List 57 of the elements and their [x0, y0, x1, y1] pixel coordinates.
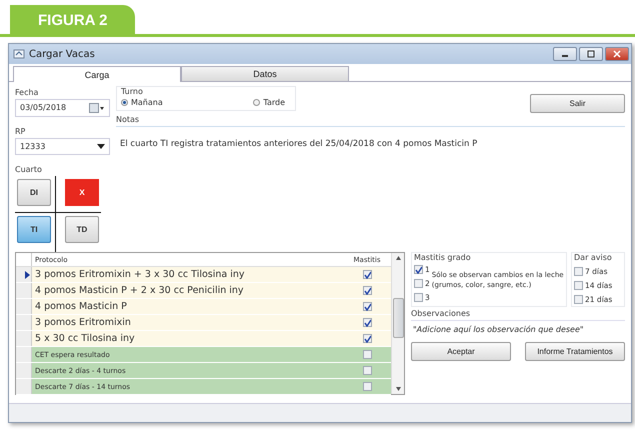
tab[interactable]: Carga	[13, 66, 181, 82]
field-label: Fecha	[15, 88, 40, 97]
field-label: RP	[15, 126, 26, 136]
tab[interactable]: Datos	[181, 66, 349, 81]
row-header[interactable]	[16, 267, 32, 282]
checkbox[interactable]	[362, 318, 372, 327]
action-button[interactable]: Aceptar	[411, 342, 511, 361]
table-cell: 5 x 30 cc Tilosina iny	[32, 331, 343, 346]
checkbox[interactable]	[362, 302, 372, 311]
action-button[interactable]: Informe Tratamientos	[525, 342, 625, 361]
checkbox[interactable]	[362, 382, 372, 391]
radio-option[interactable]: Mañana	[121, 98, 163, 107]
quarter-button[interactable]: DI	[17, 179, 51, 206]
table-cell: 4 pomos Masticin P	[32, 299, 343, 314]
quarter-button[interactable]: TI	[17, 216, 51, 243]
table-cell: 3 pomos Eritromixin	[32, 315, 343, 330]
quarter-button[interactable]: TD	[65, 216, 99, 243]
date-field[interactable]: 03/05/2018	[15, 99, 110, 116]
dropdown[interactable]: 12333	[15, 138, 110, 155]
group-label: Dar aviso	[574, 253, 613, 262]
checkbox[interactable]	[414, 265, 423, 274]
scroll-up-icon[interactable]	[396, 256, 400, 260]
checkbox[interactable]	[362, 350, 372, 359]
field-label: Cuarto	[15, 165, 43, 174]
checkbox[interactable]	[362, 334, 372, 343]
scrollbar[interactable]	[391, 253, 404, 394]
maximize-icon	[586, 50, 596, 58]
quarter-button[interactable]: X	[65, 179, 99, 206]
figure-label: FIGURA 2	[10, 5, 136, 34]
maximize-button[interactable]	[579, 47, 603, 61]
radio-option[interactable]: Tarde	[253, 98, 285, 107]
field-label: Observaciones	[411, 309, 472, 318]
observations-field[interactable]: "Adicione aquí los observación que desee"	[411, 320, 625, 338]
app-icon	[13, 48, 25, 60]
checkbox[interactable]	[362, 286, 372, 295]
scroll-thumb[interactable]	[392, 298, 404, 338]
table-cell: 4 pomos Masticin P + 2 x 30 cc Penicilin iny	[32, 283, 343, 298]
exit-button[interactable]: Salir	[530, 94, 625, 113]
minimize-button[interactable]	[553, 47, 577, 61]
checkbox[interactable]	[574, 267, 583, 276]
checkbox[interactable]	[414, 279, 423, 288]
field-label: Notas	[116, 115, 140, 124]
checkbox[interactable]	[362, 366, 372, 375]
caret-icon	[97, 144, 105, 149]
checkbox[interactable]	[414, 293, 423, 302]
scroll-down-icon[interactable]	[396, 387, 400, 391]
close-icon	[612, 50, 622, 58]
checkbox[interactable]	[362, 270, 372, 279]
close-button[interactable]	[605, 47, 629, 61]
notes-field[interactable]: El cuarto TI registra tratamientos anteriores del 25/04/2018 con 4 pomos Masticin P	[116, 126, 625, 246]
group-label: Turno	[121, 87, 144, 96]
group-label: Mastitis grado	[414, 253, 472, 262]
table-cell: 3 pomos Eritromixin + 3 x 30 cc Tilosina iny	[32, 267, 343, 282]
checkbox[interactable]	[574, 281, 583, 290]
window-title: Cargar Vacas	[29, 48, 95, 60]
calendar-dropdown-icon	[89, 102, 105, 113]
checkbox[interactable]	[574, 295, 583, 304]
